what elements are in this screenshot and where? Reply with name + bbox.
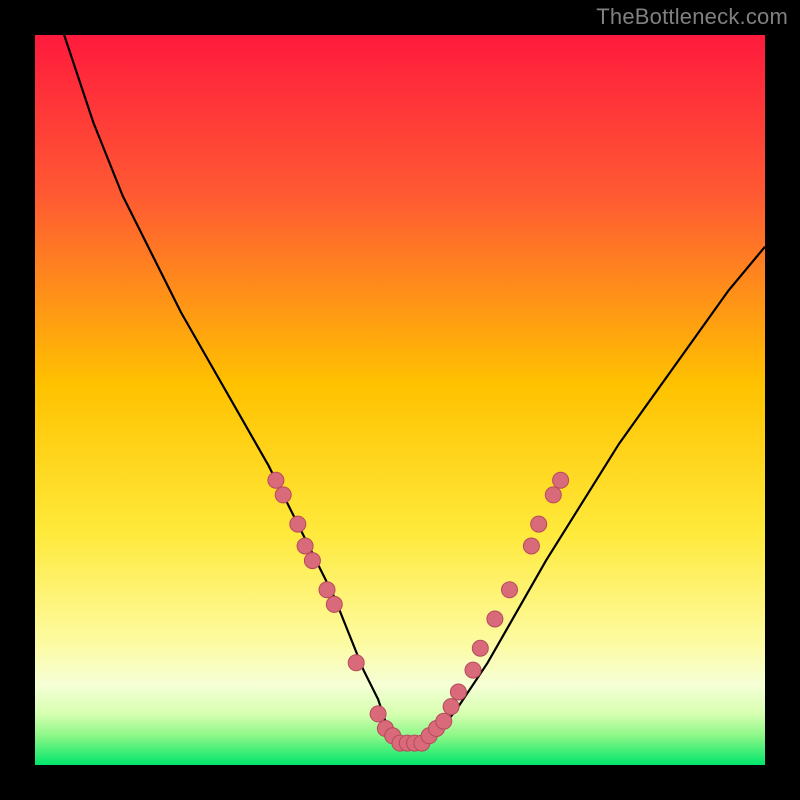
- curve-marker: [487, 611, 503, 627]
- curve-marker: [502, 582, 518, 598]
- plot-area: [35, 35, 765, 765]
- chart-stage: TheBottleneck.com: [0, 0, 800, 800]
- curve-marker: [297, 538, 313, 554]
- curve-marker: [465, 662, 481, 678]
- curve-marker: [553, 472, 569, 488]
- curve-marker: [545, 487, 561, 503]
- curve-marker: [319, 582, 335, 598]
- curve-marker: [304, 553, 320, 569]
- curve-marker: [443, 699, 459, 715]
- curve-marker: [348, 655, 364, 671]
- gradient-background: [35, 35, 765, 765]
- curve-marker: [436, 713, 452, 729]
- curve-marker: [370, 706, 386, 722]
- curve-marker: [472, 640, 488, 656]
- curve-marker: [275, 487, 291, 503]
- watermark-text: TheBottleneck.com: [596, 4, 788, 30]
- chart-svg: [35, 35, 765, 765]
- curve-marker: [531, 516, 547, 532]
- curve-marker: [290, 516, 306, 532]
- curve-marker: [326, 596, 342, 612]
- curve-marker: [523, 538, 539, 554]
- curve-marker: [450, 684, 466, 700]
- curve-marker: [268, 472, 284, 488]
